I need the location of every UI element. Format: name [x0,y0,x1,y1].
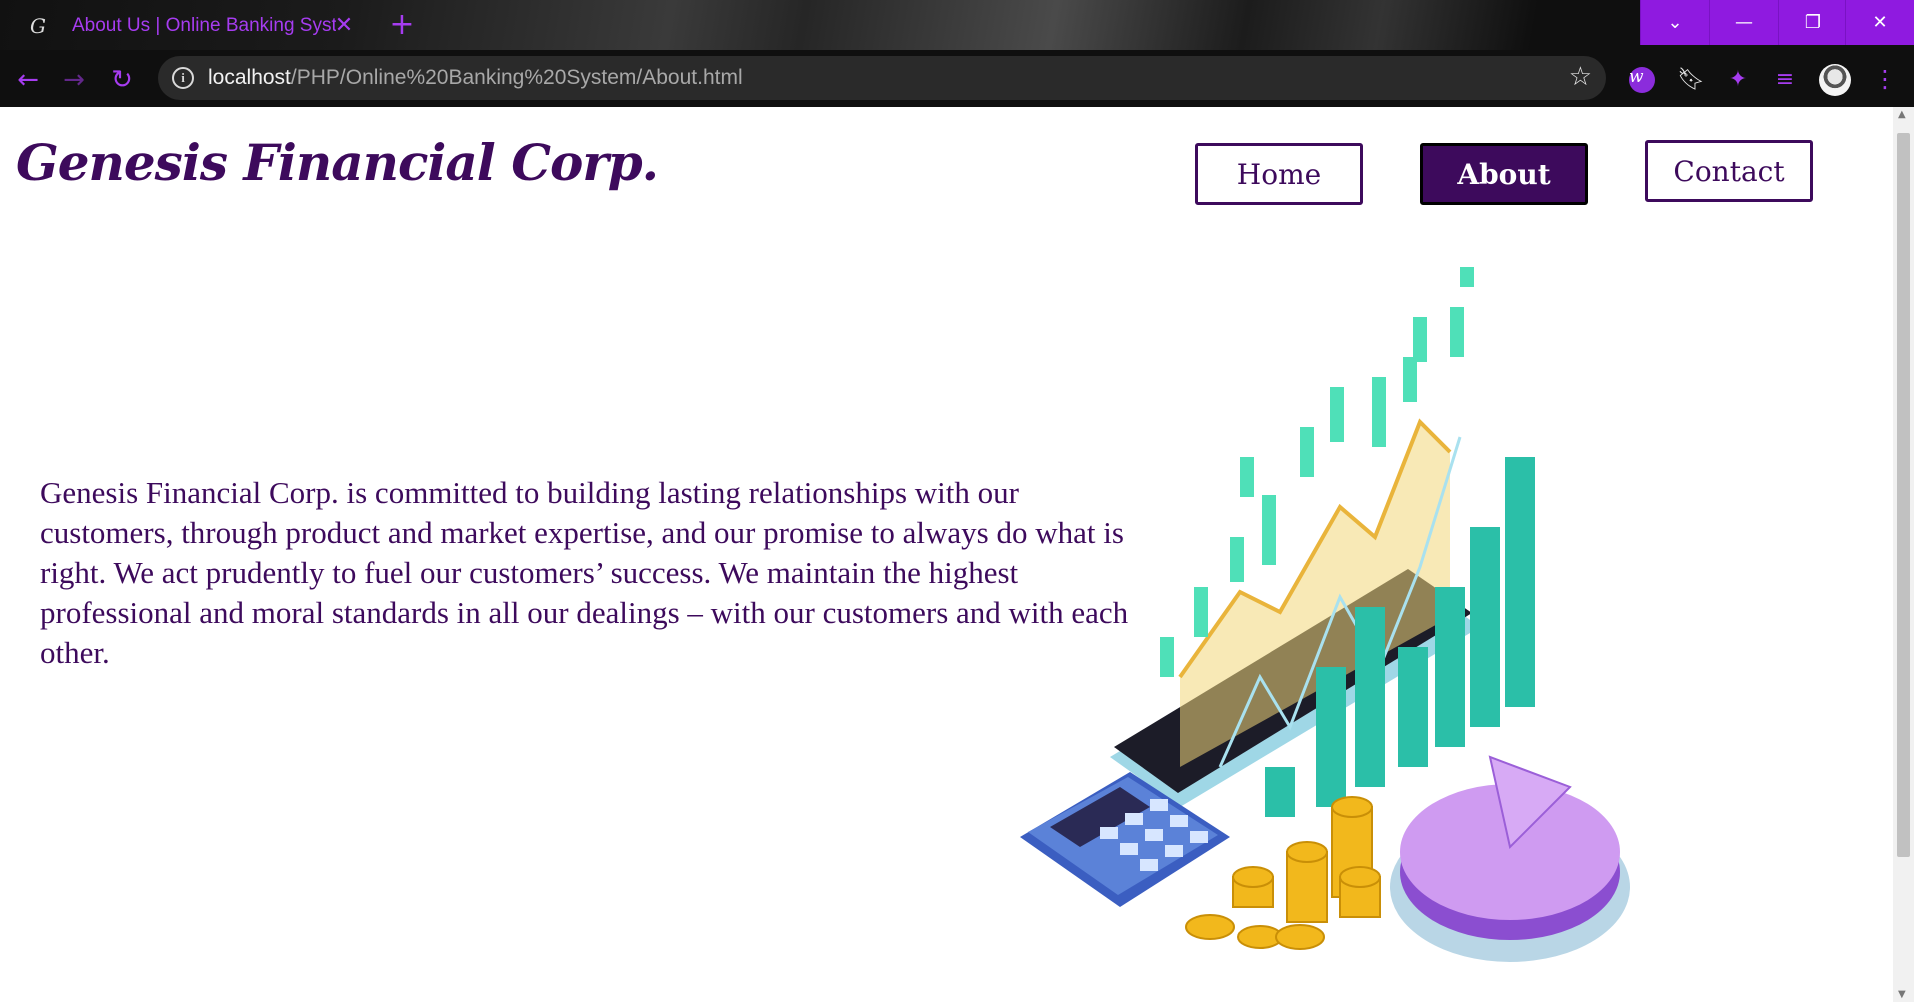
tab-bar: G About Us | Online Banking System ✕ + ⌄… [0,0,1914,50]
info-icon[interactable]: i [172,67,194,89]
nav-contact-button[interactable]: Contact [1645,140,1813,202]
extension-w-icon[interactable]: w [1627,64,1657,94]
browser-tab[interactable]: G About Us | Online Banking System ✕ [14,8,366,44]
avatar[interactable] [1819,64,1851,96]
nav-home-button[interactable]: Home [1195,143,1363,205]
site-brand[interactable]: Genesis Financial Corp. [16,133,659,192]
back-arrow-icon[interactable]: ← [12,64,44,96]
star-icon[interactable]: ☆ [1569,62,1592,92]
browser-toolbar: ← → ↻ i localhost/PHP/Online%20Banking%2… [0,50,1914,107]
about-paragraph: Genesis Financial Corp. is committed to … [40,475,1129,670]
reload-icon[interactable]: ↻ [106,64,138,96]
g-favicon-icon: G [30,14,46,38]
close-icon[interactable]: ✕ [330,12,358,40]
more-menu-icon[interactable]: ⋮ [1873,64,1897,94]
scroll-thumb[interactable] [1897,133,1910,857]
address-bar[interactable]: i localhost/PHP/Online%20Banking%20Syste… [158,56,1606,100]
chevron-down-icon[interactable]: ⌄ [1640,0,1709,45]
minimize-icon[interactable]: — [1709,0,1778,45]
scroll-down-icon[interactable]: ▼ [1898,989,1906,1000]
forward-arrow-icon[interactable]: → [58,64,90,96]
bookmark-icon[interactable]: 🔖︎ [1676,64,1706,94]
page-scrollbar[interactable]: ▲ ▼ [1893,107,1914,1002]
close-window-icon[interactable]: ✕ [1845,0,1914,45]
plus-icon[interactable]: + [386,9,418,41]
finance-illustration [1020,267,1630,962]
tab-title: About Us | Online Banking System [72,15,336,36]
puzzle-icon[interactable]: ✦ [1723,64,1753,94]
reading-list-icon[interactable]: ≡ [1770,64,1800,94]
page-content: Genesis Financial Corp. Home About Conta… [0,107,1893,1002]
scroll-up-icon[interactable]: ▲ [1898,109,1906,120]
browser-chrome: G About Us | Online Banking System ✕ + ⌄… [0,0,1914,107]
restore-icon[interactable]: ❐ [1778,0,1847,45]
url-text[interactable]: localhost/PHP/Online%20Banking%20System/… [208,66,743,90]
nav-about-button[interactable]: About [1420,143,1588,205]
